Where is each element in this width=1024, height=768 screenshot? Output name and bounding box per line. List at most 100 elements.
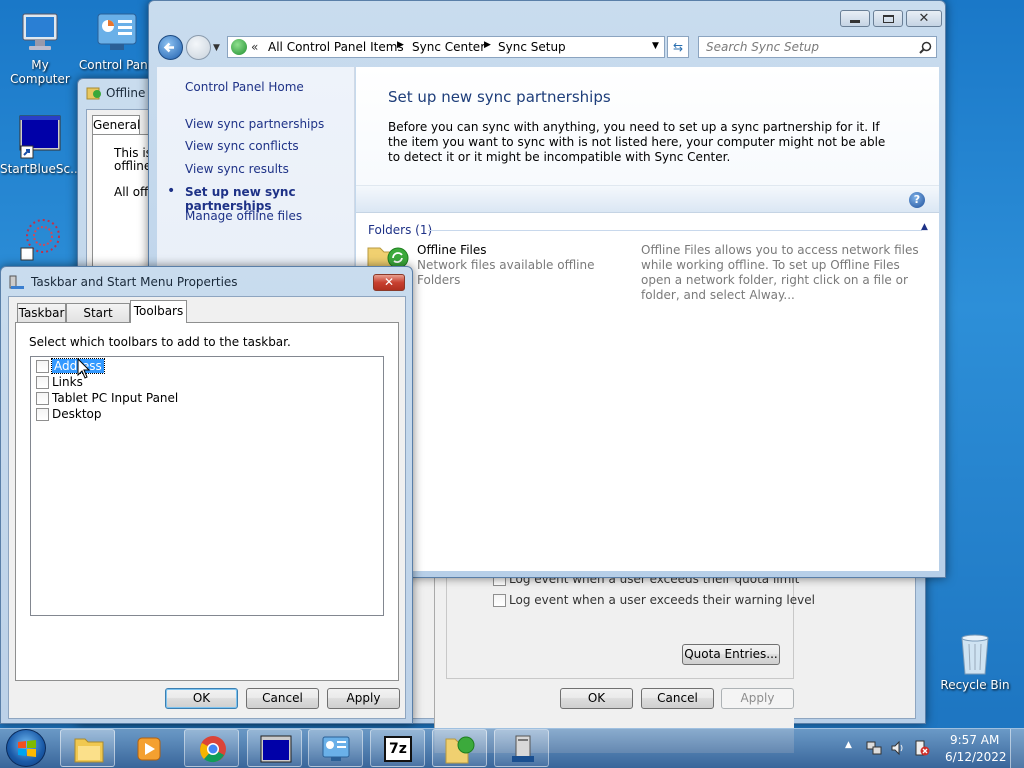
minimize-button[interactable] — [840, 10, 870, 27]
volume-icon[interactable] — [890, 740, 906, 756]
refresh-icon: ⇆ — [672, 40, 684, 54]
instruction-text: Select which toolbars to add to the task… — [29, 335, 291, 349]
recent-pages-dropdown[interactable]: ▼ — [213, 43, 220, 53]
desktop-icon-my-computer[interactable]: My Computer — [0, 10, 80, 86]
desktop-icon-label: StartBlueSc... — [0, 162, 82, 176]
desktop-icon-unknown[interactable] — [0, 216, 80, 264]
restore-button[interactable] — [873, 10, 903, 27]
address-toolbar-checkbox[interactable] — [36, 360, 49, 373]
tab-taskbar[interactable]: Taskbar — [17, 303, 66, 322]
desktop-icon-label: Control Pane — [78, 58, 156, 72]
show-hidden-icons-button[interactable]: ▲ — [845, 740, 852, 750]
tab-general[interactable]: General — [92, 115, 140, 135]
cancel-button[interactable]: Cancel — [641, 688, 714, 709]
taskbar-system-properties-button[interactable] — [494, 729, 549, 767]
tab-panel-toolbars: Select which toolbars to add to the task… — [15, 322, 399, 681]
desktop-icon-startbluescreen[interactable]: StartBlueSc... — [0, 114, 82, 176]
close-button[interactable]: ✕ — [906, 10, 942, 27]
nav-view-sync-results[interactable]: View sync results — [185, 162, 289, 176]
sync-center-icon — [445, 736, 475, 764]
show-desktop-button[interactable] — [1010, 729, 1024, 768]
nav-control-panel-home[interactable]: Control Panel Home — [185, 80, 304, 94]
address-dropdown-icon[interactable]: ▼ — [652, 41, 659, 51]
desktop-toolbar-label[interactable]: Desktop — [52, 407, 102, 421]
item-description: Offline Files allows you to access netwo… — [641, 243, 919, 302]
windows-logo-icon — [18, 740, 36, 757]
breadcrumb-sync-center[interactable]: Sync Center — [412, 40, 485, 54]
ok-button[interactable]: OK — [560, 688, 633, 709]
taskbar-explorer-button[interactable] — [60, 729, 115, 767]
clock-date[interactable]: 6/12/2022 — [945, 750, 1007, 764]
close-icon: ✕ — [918, 11, 930, 26]
control-panel-icon — [322, 736, 350, 761]
help-icon: ? — [913, 193, 921, 206]
nav-view-sync-conflicts[interactable]: View sync conflicts — [185, 139, 299, 153]
refresh-button[interactable]: ⇆ — [667, 36, 689, 58]
minimize-icon — [850, 20, 860, 23]
taskbar-sync-center-button[interactable] — [432, 729, 487, 767]
back-button[interactable] — [158, 35, 183, 60]
command-bar: ? — [356, 185, 939, 213]
back-arrow-icon — [163, 42, 174, 53]
desktop-icon-label: My Computer — [10, 58, 70, 86]
apply-button[interactable]: Apply — [721, 688, 794, 709]
nav-manage-offline-files[interactable]: Manage offline files — [185, 209, 302, 223]
breadcrumb-all-control-panel-items[interactable]: All Control Panel Items — [268, 40, 404, 54]
clock-time[interactable]: 9:57 AM — [950, 733, 999, 747]
tablet-pc-toolbar-checkbox[interactable] — [36, 392, 49, 405]
breadcrumb-sync-setup[interactable]: Sync Setup — [498, 40, 566, 54]
computer-icon — [17, 10, 63, 56]
page-heading: Set up new sync partnerships — [388, 88, 611, 106]
taskbar-media-player-button[interactable] — [121, 729, 176, 767]
collapse-group-icon[interactable]: ▲ — [921, 222, 928, 232]
dialog-text: offline — [114, 159, 152, 173]
item-subtitle: Network files available offline — [417, 258, 595, 272]
desktop-toolbar-checkbox[interactable] — [36, 408, 49, 421]
search-box[interactable]: Search Sync Setup — [698, 36, 937, 58]
links-toolbar-checkbox[interactable] — [36, 376, 49, 389]
breadcrumb-arrow-icon[interactable]: ▶ — [397, 40, 404, 50]
offline-files-small-icon — [86, 85, 102, 104]
start-button[interactable] — [6, 729, 46, 767]
folder-icon — [74, 738, 104, 763]
breadcrumb-arrow-icon[interactable]: ▶ — [484, 40, 491, 50]
warning-level-label: Log event when a user exceeds their warn… — [509, 593, 815, 607]
warning-level-checkbox[interactable] — [493, 594, 506, 607]
tablet-pc-toolbar-label[interactable]: Tablet PC Input Panel — [52, 391, 178, 405]
ok-button[interactable]: OK — [165, 688, 238, 709]
cancel-button[interactable]: Cancel — [246, 688, 319, 709]
bluescreen-shortcut-icon — [17, 114, 63, 160]
address-bar[interactable]: « All Control Panel Items ▶ Sync Center … — [227, 36, 665, 58]
page-description: Before you can sync with anything, you n… — [388, 120, 886, 164]
dialog-text: This is — [114, 146, 152, 160]
offline-files-item[interactable]: Offline Files Network files available of… — [364, 240, 934, 302]
desktop-icon-control-panel[interactable]: Control Pane — [77, 10, 157, 72]
restore-icon — [883, 15, 894, 23]
control-panel-icon — [94, 10, 140, 56]
taskbar-properties-dialog: Taskbar and Start Menu Properties ✕ Task… — [0, 266, 413, 724]
dialog-title: Taskbar and Start Menu Properties — [31, 275, 238, 289]
network-icon[interactable] — [866, 740, 882, 756]
action-center-icon[interactable] — [914, 740, 930, 756]
nav-view-sync-partnerships[interactable]: View sync partnerships — [185, 117, 324, 131]
server-icon — [512, 735, 534, 762]
dotted-sphere-icon — [17, 216, 63, 262]
main-content: Set up new sync partnerships Before you … — [356, 67, 939, 571]
taskbar-control-panel-button[interactable] — [308, 729, 363, 767]
taskbar-chrome-button[interactable] — [184, 729, 239, 767]
quota-entries-button[interactable]: Quota Entries... — [682, 644, 780, 665]
desktop-icon-recycle-bin[interactable]: Recycle Bin — [935, 630, 1015, 692]
recycle-bin-icon — [952, 630, 998, 676]
taskbar-bluescreen-button[interactable] — [247, 729, 302, 767]
close-icon: ✕ — [383, 275, 395, 289]
close-button[interactable]: ✕ — [373, 274, 405, 291]
taskbar-properties-icon — [9, 275, 24, 289]
group-header-folders[interactable]: Folders (1) — [368, 223, 432, 237]
apply-button[interactable]: Apply — [327, 688, 400, 709]
tab-toolbars[interactable]: Toolbars — [130, 300, 187, 323]
toolbars-list[interactable]: Address Links Tablet PC Input Panel Desk… — [30, 356, 384, 616]
taskbar-7zip-button[interactable]: 7z — [370, 729, 425, 767]
forward-button[interactable] — [186, 35, 211, 60]
tab-start-menu[interactable]: Start Menu — [66, 303, 130, 338]
help-button[interactable]: ? — [909, 192, 925, 208]
